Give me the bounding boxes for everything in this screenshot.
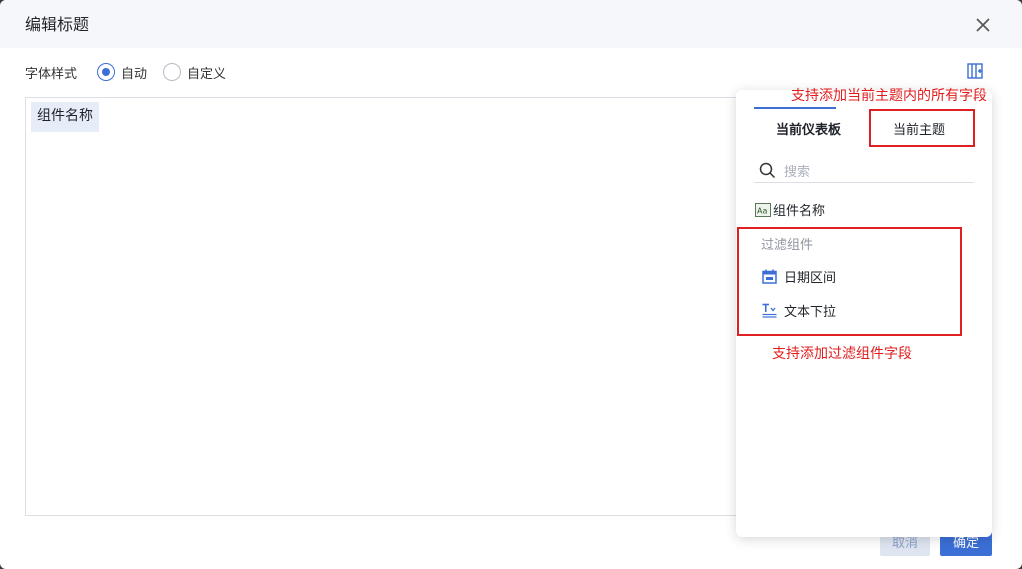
radio-unchecked-icon [163, 63, 182, 81]
field-item-component-name[interactable]: Aa 组件名称 [755, 200, 825, 219]
edit-title-dialog: 编辑标题 字体样式 自动 自定义 组件名称 取消 确定 当前仪表板 当前主题 搜… [0, 0, 1022, 569]
search-placeholder: 搜索 [784, 165, 811, 180]
radio-checked-icon [97, 63, 116, 81]
field-chip[interactable]: 组件名称 [31, 102, 99, 132]
annotation-top: 支持添加当前主题内的所有字段 [791, 88, 987, 104]
panel-toggle-icon[interactable] [966, 62, 984, 80]
search-input[interactable]: 搜索 [754, 159, 974, 183]
highlight-box-filter-group [737, 227, 962, 336]
text-field-icon: Aa [755, 202, 771, 217]
annotation-bottom: 支持添加过滤组件字段 [772, 346, 912, 362]
radio-auto-label: 自动 [121, 66, 148, 82]
tab-current-dashboard[interactable]: 当前仪表板 [776, 119, 841, 138]
font-style-row: 字体样式 自动 自定义 [25, 61, 242, 83]
highlight-box-theme-tab [869, 109, 975, 147]
dialog-title: 编辑标题 [25, 15, 90, 34]
close-icon[interactable] [974, 16, 992, 34]
radio-custom-label: 自定义 [187, 66, 227, 82]
font-style-label: 字体样式 [25, 66, 78, 82]
radio-auto[interactable]: 自动 [97, 63, 147, 82]
title-editor[interactable]: 组件名称 [25, 97, 755, 516]
radio-custom[interactable]: 自定义 [163, 63, 226, 82]
svg-text:Aa: Aa [757, 206, 767, 215]
tab-indicator [754, 107, 836, 109]
search-icon [759, 162, 776, 179]
dialog-header: 编辑标题 [0, 0, 1022, 48]
field-item-label: 组件名称 [773, 204, 826, 219]
